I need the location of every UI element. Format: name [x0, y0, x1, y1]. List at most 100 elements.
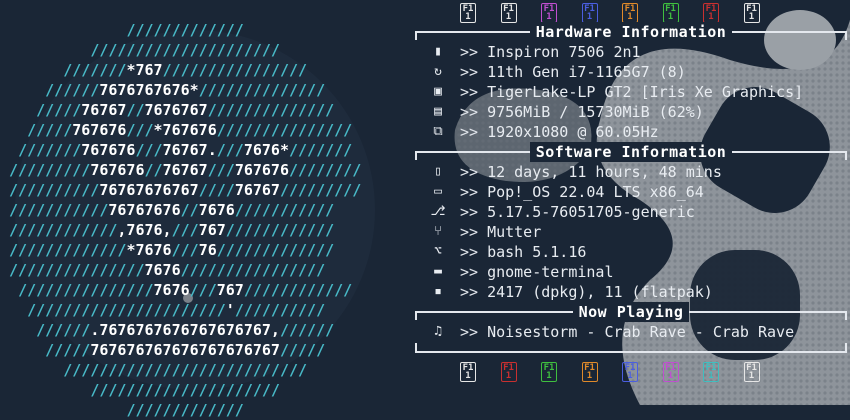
logo-line: ////////////,7676,///767//////////// — [0, 220, 361, 240]
logo-text — [0, 321, 36, 339]
logo-text: 76767 — [234, 181, 280, 199]
logo-text — [0, 201, 9, 219]
logo-text — [0, 301, 27, 319]
logo-line: ///////////// — [0, 20, 361, 40]
music-icon: ♫ — [434, 324, 442, 339]
os-icon: ▭ — [434, 184, 442, 199]
logo-line: //////////76767676767////76767///////// — [0, 180, 361, 200]
memory-icon: ▤ — [434, 104, 442, 119]
logo-slashes: ////// — [45, 81, 100, 99]
logo-text: 767676767676767676767 — [90, 341, 280, 359]
logo-text — [0, 121, 27, 139]
logo-text: 76767 — [162, 161, 208, 179]
logo-text: 7676767 — [144, 101, 208, 119]
logo-slashes: ///////// — [279, 181, 362, 199]
logo-slashes: /////////////////////////// — [63, 361, 308, 379]
palette-green-icon: F1 1 — [662, 3, 679, 23]
gpu-icon: ▣ — [434, 84, 442, 99]
logo-slashes: ////// — [36, 321, 91, 339]
now-playing-title: Now Playing — [572, 302, 690, 322]
logo-text — [0, 41, 90, 59]
terminal-icon: ▬ — [434, 264, 442, 279]
logo-line: /////////////////////////// — [0, 360, 361, 380]
logo-text: .7676767676767676767, — [90, 321, 280, 339]
row-arrow: >> — [460, 223, 479, 241]
row-value: 1920x1080 @ 60.05Hz — [487, 123, 659, 141]
logo-line: /////767676767676767676767///// — [0, 340, 361, 360]
logo-text — [0, 401, 126, 419]
software-row: ⑂ >> Mutter — [415, 222, 847, 242]
software-row: ⎇ >> 5.17.5-76051705-generic — [415, 202, 847, 222]
palette-blue-icon: F1 1 — [622, 362, 638, 382]
logo-slashes: ///// — [45, 341, 91, 359]
logo-text — [0, 21, 126, 39]
logo-line: /////////////*7676///76///////////// — [0, 240, 361, 260]
logo-slashes: /////// — [63, 61, 127, 79]
logo-text: 767676 — [72, 121, 127, 139]
row-value: 2417 (dpkg), 11 (flatpak) — [487, 283, 713, 301]
row-arrow: >> — [460, 323, 479, 341]
logo-slashes: ///////////// — [216, 241, 335, 259]
palette-white-2-icon: F1 1 — [500, 3, 517, 23]
row-value: TigerLake-LP GT2 [Iris Xe Graphics] — [487, 83, 804, 101]
logo-text: ,7676, — [117, 221, 172, 239]
logo-slashes: /////// — [289, 141, 353, 159]
logo-slashes: /////////// — [9, 201, 109, 219]
logo-slashes: /////////////// — [216, 121, 353, 139]
row-arrow: >> — [460, 103, 479, 121]
hardware-title: Hardware Information — [529, 22, 733, 42]
logo-slashes: /// — [135, 141, 163, 159]
logo-text — [0, 261, 9, 279]
cpu-icon: ↻ — [434, 64, 442, 79]
now_playing-row: ♫ >> Noisestorm - Crab Rave - Crab Rave — [415, 322, 847, 342]
software-row: ▯ >> 12 days, 11 hours, 48 mins — [415, 162, 847, 182]
logo-text — [0, 241, 9, 259]
row-value: Mutter — [487, 223, 542, 241]
system-info-panel: Hardware Information ▮ >> Inspiron 7506 2n… — [415, 22, 847, 356]
logo-slashes: //////////// — [243, 281, 353, 299]
logo-slashes: ///////////// — [9, 241, 127, 259]
logo-line: //////////////////////'////////// — [0, 300, 361, 320]
hardware-row: ⧉ >> 1920x1080 @ 60.05Hz — [415, 122, 847, 142]
logo-text — [0, 61, 63, 79]
row-arrow: >> — [460, 263, 479, 281]
logo-slashes: ////// — [279, 321, 335, 339]
row-value: bash 5.1.16 — [487, 243, 587, 261]
display-icon: ⧉ — [433, 124, 443, 139]
logo-slashes: /////////////// — [18, 281, 154, 299]
logo-text: 7676 — [198, 201, 235, 219]
logo-slashes: //// — [198, 181, 235, 199]
software-row: ▭ >> Pop!_OS 22.04 LTS x86_64 — [415, 182, 847, 202]
logo-text: *767 — [126, 61, 163, 79]
row-arrow: >> — [460, 203, 479, 221]
bottom-border — [415, 342, 847, 356]
logo-slashes: ///////////// — [126, 21, 244, 39]
logo-line: ///////////////7676//////////////// — [0, 260, 361, 280]
row-value: Inspiron 7506 2n1 — [487, 43, 641, 61]
row-arrow: >> — [460, 283, 479, 301]
logo-text: 767676 — [90, 161, 145, 179]
logo-line: /////767676///*767676/////////////// — [0, 120, 361, 140]
logo-text: 76767 — [81, 101, 127, 119]
palette-orange-icon: F1 1 — [581, 362, 598, 382]
palette-blue-icon: F1 1 — [581, 3, 598, 23]
hardware-row: ▮ >> Inspiron 7506 2n1 — [415, 42, 847, 62]
palette-bottom: F1 1 F1 1 F1 1 F1 1 F1 1 F1 1 F1 1 F1 1 — [460, 362, 784, 384]
software-row: ▬ >> gnome-terminal — [415, 262, 847, 282]
logo-slashes: ///////// — [9, 161, 91, 179]
shell-icon: ⌥ — [434, 244, 442, 259]
packages-icon: ▪ — [434, 284, 442, 299]
logo-slashes: ////////// — [9, 181, 100, 199]
palette-magenta-icon: F1 1 — [662, 362, 679, 382]
row-arrow: >> — [460, 43, 479, 61]
palette-white-icon: F1 1 — [460, 3, 476, 23]
logo-slashes: ////////// — [234, 301, 326, 319]
software-header: Software Information — [415, 142, 847, 162]
row-value: Pop!_OS 22.04 LTS x86_64 — [487, 183, 704, 201]
row-value: 9756MiB / 15730MiB (62%) — [487, 103, 704, 121]
logo-text — [0, 281, 18, 299]
logo-slashes: ///// — [36, 101, 82, 119]
hardware-row: ▤ >> 9756MiB / 15730MiB (62%) — [415, 102, 847, 122]
logo-slashes: //////////////// — [180, 261, 326, 279]
logo-slashes: ///////////// — [126, 401, 244, 419]
